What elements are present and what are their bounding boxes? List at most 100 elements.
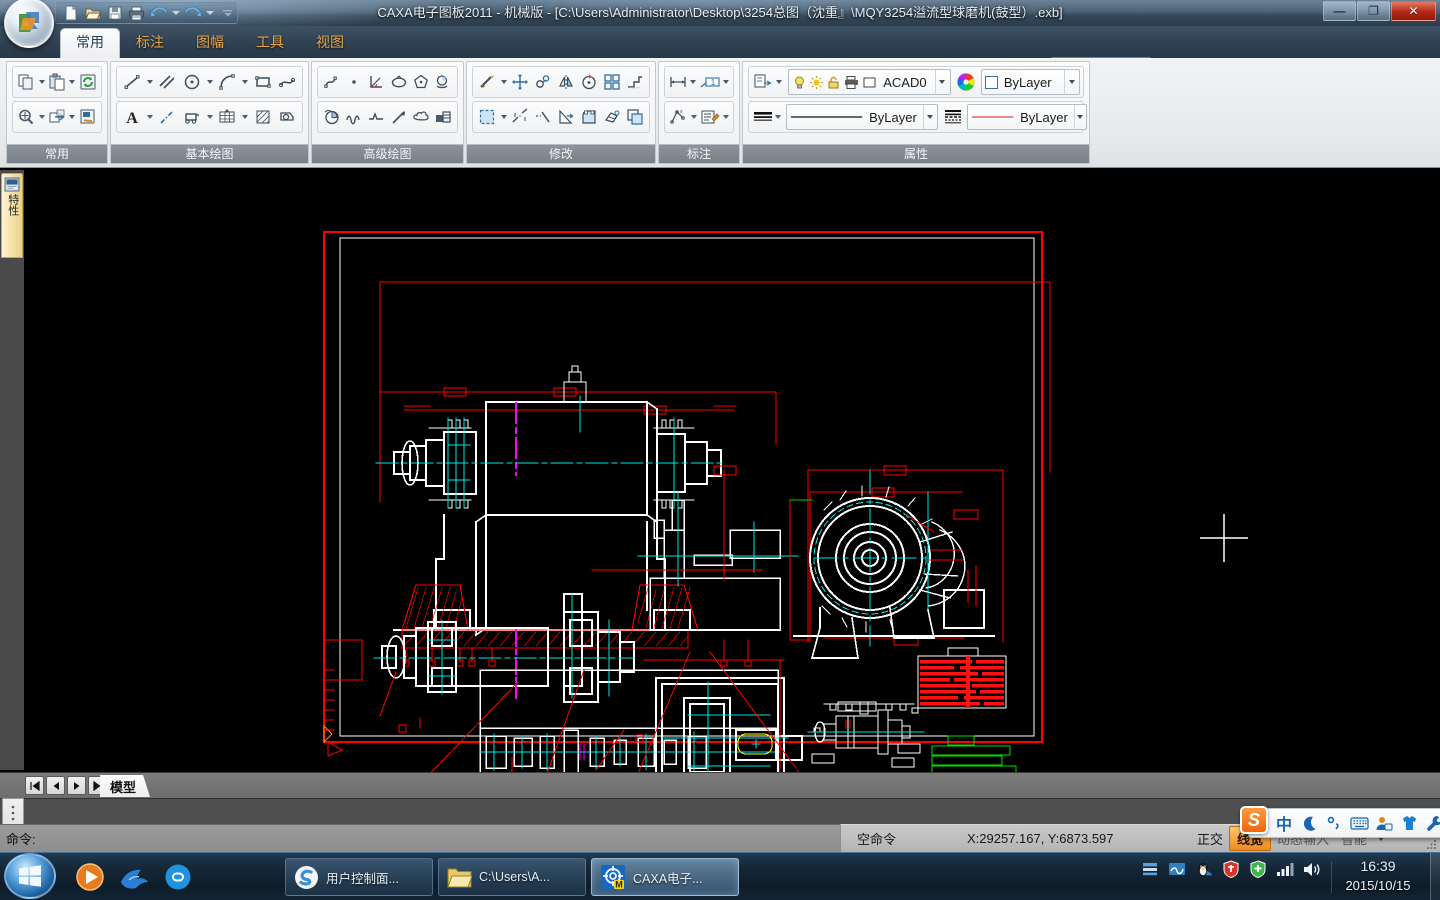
- taskbar-item-sogou-browser[interactable]: 用户控制面...: [285, 858, 433, 896]
- rotate-copy-icon[interactable]: [532, 69, 554, 95]
- fox-browser-icon[interactable]: [114, 857, 154, 897]
- pie-icon[interactable]: [321, 104, 342, 130]
- lineweight-combo[interactable]: ByLayer: [967, 104, 1087, 130]
- nav-next-button[interactable]: [67, 776, 86, 795]
- centerline-icon[interactable]: [155, 104, 179, 130]
- leader-dropdown-caret[interactable]: [722, 69, 730, 95]
- start-button[interactable]: [4, 853, 56, 899]
- tab-gongju[interactable]: 工具: [240, 28, 300, 58]
- shape-icon[interactable]: [276, 104, 300, 130]
- move-layer-dropdown-caret[interactable]: [68, 104, 77, 130]
- refresh-icon[interactable]: [78, 69, 98, 95]
- drawing-canvas[interactable]: [24, 170, 1440, 772]
- hatch-icon[interactable]: [251, 104, 275, 130]
- dimension-icon[interactable]: [668, 69, 688, 95]
- sogou-ime-logo[interactable]: S: [1240, 806, 1268, 834]
- line-icon[interactable]: [120, 69, 144, 95]
- move-layer-icon[interactable]: [47, 104, 67, 130]
- trim-dropdown-caret[interactable]: [499, 69, 508, 95]
- application-menu-button[interactable]: [4, 0, 54, 48]
- dimension-dropdown-caret[interactable]: [689, 69, 697, 95]
- lineweight-stack-caret[interactable]: [775, 104, 781, 130]
- select-dropdown-caret[interactable]: [499, 104, 508, 130]
- sun-freeze-icon[interactable]: [809, 75, 824, 90]
- resize-grip-icon[interactable]: [1426, 838, 1438, 850]
- arc-icon[interactable]: [216, 69, 240, 95]
- tab-shitu[interactable]: 视图: [300, 28, 360, 58]
- polyline-icon[interactable]: [321, 69, 342, 95]
- tab-biaozhu[interactable]: 标注: [120, 28, 180, 58]
- taskbar-item-caxa[interactable]: M CAXA电子...: [591, 858, 739, 896]
- layer-manager-icon[interactable]: [752, 69, 773, 95]
- arrow-icon[interactable]: [388, 104, 409, 130]
- model-tab[interactable]: 模型: [100, 775, 151, 797]
- lineweight-dropdown-caret[interactable]: [1073, 105, 1085, 129]
- media-player-icon[interactable]: [70, 857, 110, 897]
- spline-icon[interactable]: [276, 69, 300, 95]
- taskbar-item-explorer[interactable]: C:\Users\A...: [438, 858, 586, 896]
- stretch-icon[interactable]: [624, 69, 646, 95]
- extend-icon[interactable]: [532, 104, 554, 130]
- zoom-dropdown-caret[interactable]: [37, 104, 46, 130]
- network-monitor-icon[interactable]: [1167, 859, 1187, 879]
- moon-icon[interactable]: [1298, 811, 1320, 835]
- tolerance-dropdown-caret[interactable]: [690, 104, 699, 130]
- lock-icon[interactable]: [826, 75, 841, 90]
- cloud-icon[interactable]: [410, 104, 431, 130]
- move-icon[interactable]: [509, 69, 531, 95]
- circle-dropdown-caret[interactable]: [205, 69, 215, 95]
- security-shield-red-icon[interactable]: [1221, 859, 1241, 879]
- select-icon[interactable]: [476, 104, 498, 130]
- maximize-button[interactable]: ❐: [1357, 1, 1390, 21]
- line-dropdown-caret[interactable]: [145, 69, 155, 95]
- wave-icon[interactable]: [343, 104, 364, 130]
- block-dropdown-caret[interactable]: [205, 104, 215, 130]
- paste-dropdown-caret[interactable]: [68, 69, 77, 95]
- link-icon[interactable]: [158, 857, 198, 897]
- copy-icon[interactable]: [16, 69, 36, 95]
- copy-dropdown-caret[interactable]: [37, 69, 46, 95]
- zoom-icon[interactable]: [16, 104, 36, 130]
- tools-icon[interactable]: [1423, 811, 1440, 835]
- user-icon[interactable]: [1373, 811, 1395, 835]
- block-icon[interactable]: [180, 104, 204, 130]
- linetype-combo[interactable]: ByLayer: [786, 104, 938, 130]
- ellipse-icon[interactable]: [388, 69, 409, 95]
- nav-prev-button[interactable]: [46, 776, 65, 795]
- rectangle-icon[interactable]: [251, 69, 275, 95]
- print-layer-icon[interactable]: [843, 75, 860, 90]
- rotate-icon[interactable]: [578, 69, 600, 95]
- chamfer-icon[interactable]: [555, 104, 577, 130]
- properties-dock-tab[interactable]: 特性: [1, 173, 23, 258]
- tab-changyong[interactable]: 常用: [60, 28, 120, 58]
- fillet-icon[interactable]: [578, 104, 600, 130]
- table-icon[interactable]: [216, 104, 240, 130]
- toggle-ortho[interactable]: 正交: [1191, 829, 1229, 848]
- layer-combo[interactable]: ACAD0: [788, 69, 951, 95]
- color-wheel-icon[interactable]: [956, 69, 977, 95]
- lineweight-stack-icon[interactable]: [752, 104, 774, 130]
- hole-icon[interactable]: [433, 104, 454, 130]
- parallel-line-icon[interactable]: [155, 69, 179, 95]
- format-paint-icon[interactable]: [78, 104, 98, 130]
- lightbulb-icon[interactable]: [792, 75, 807, 90]
- edit-note-icon[interactable]: [700, 104, 721, 130]
- close-button[interactable]: ✕: [1391, 1, 1436, 21]
- explode-icon[interactable]: [601, 104, 623, 130]
- angle-icon[interactable]: [366, 69, 387, 95]
- tab-tufu[interactable]: 图幅: [180, 28, 240, 58]
- arc-dropdown-caret[interactable]: [240, 69, 250, 95]
- nav-first-button[interactable]: [25, 776, 44, 795]
- edit-note-dropdown-caret[interactable]: [721, 104, 730, 130]
- system-clock[interactable]: 16:39 2015/10/15: [1328, 857, 1428, 895]
- show-hidden-icon[interactable]: [1140, 859, 1160, 879]
- keyboard-icon[interactable]: [1348, 811, 1370, 835]
- linetype-dropdown-caret[interactable]: [922, 105, 936, 129]
- color-dropdown-caret[interactable]: [1064, 70, 1078, 94]
- tolerance-icon[interactable]: x: [668, 104, 689, 130]
- table-dropdown-caret[interactable]: [240, 104, 250, 130]
- punctuation-icon[interactable]: [1323, 811, 1345, 835]
- text-dropdown-caret[interactable]: [145, 104, 155, 130]
- layer-manager-caret[interactable]: [774, 69, 783, 95]
- minimize-button[interactable]: —: [1323, 1, 1356, 21]
